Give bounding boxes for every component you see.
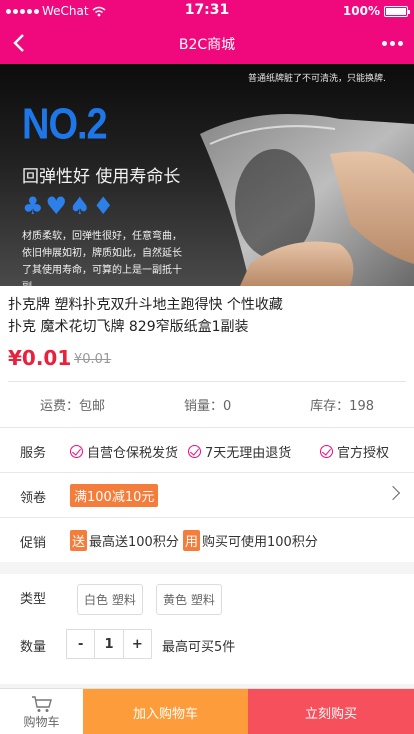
service-item-text: 官方授权 [337,446,390,461]
check-circle-icon [70,445,83,458]
coupon-row[interactable]: 领卷 满100减10元 [0,472,414,517]
promo-tag: 用 [183,530,201,551]
bottom-action-bar: 购物车 加入购物车 立刻购买 [0,688,414,734]
type-label: 类型 [20,592,47,607]
product-title: 扑克牌 塑料扑克双升斗地主跑得快 个性收藏 扑克 魔术花切飞牌 829窄版纸盒1… [8,294,406,338]
service-item-text: 7天无理由退货 [205,446,292,461]
promo-item: 送最高送100积分 [70,530,179,551]
product-price: ¥0.01 [8,346,72,370]
coupon-label: 领卷 [20,491,47,506]
promo-text: 购买可使用100积分 [202,535,318,550]
service-item: 7天无理由退货 [188,442,291,461]
quantity-label: 数量 [20,640,47,655]
hero-suits: ♣♥♠♦ [22,192,117,220]
type-option-white[interactable]: 白色 塑料 [77,584,143,615]
quantity-plus-button[interactable]: + [124,630,151,658]
product-title-line: 扑克 魔术花切飞牌 829窄版纸盒1副装 [8,319,249,335]
quantity-input[interactable]: 1 [94,630,124,658]
chevron-right-icon[interactable] [385,485,401,501]
coupon-badge[interactable]: 满100减10元 [70,484,159,507]
type-option-yellow[interactable]: 黄色 塑料 [156,584,222,615]
cart-button[interactable]: 购物车 [0,689,83,734]
service-item: 自营仓保税发货 [70,442,178,461]
service-item-text: 自营仓保税发货 [87,446,179,461]
status-bar: WeChat 17:31 100% [0,0,414,22]
add-to-cart-button[interactable]: 加入购物车 [83,689,248,734]
service-row: 服务 自营仓保税发货 7天无理由退货 官方授权 [0,427,414,472]
battery-status: 100% [342,4,410,18]
hero-top-note: 普通纸牌脏了不可清洗，只能换牌. [248,74,386,84]
product-hero-image: 普通纸牌脏了不可清洗，只能换牌. NO.2 回弹性好 使用寿命长 ♣♥♠♦ 材质… [0,64,414,286]
cart-icon [31,695,52,712]
product-old-price: ¥0.01 [74,352,112,367]
hero-heading: NO.2 [22,100,108,150]
hero-slogan: 回弹性好 使用寿命长 [22,167,181,187]
check-circle-icon [188,445,201,458]
stock-info: 库存：198 [310,399,374,414]
service-item: 官方授权 [320,442,389,461]
promo-row: 促销 送最高送100积分 用购买可使用100积分 [0,517,414,562]
quantity-stepper: - 1 + [66,629,152,659]
product-title-line: 扑克牌 塑料扑克双升斗地主跑得快 个性收藏 [8,297,283,313]
type-row: 类型 白色 塑料 黄色 塑料 [0,574,414,624]
product-stats: 运费：包邮 销量：0 库存：198 [8,381,406,427]
quantity-minus-button[interactable]: - [67,630,94,658]
more-dots-icon[interactable] [378,32,406,54]
cart-label: 购物车 [23,714,60,729]
promo-label: 促销 [20,536,47,551]
service-label: 服务 [20,446,47,461]
battery-icon [384,5,410,17]
page-title: B2C商城 [178,37,236,53]
quantity-row: 数量 - 1 + 最高可买5件 [0,624,414,684]
promo-text: 最高送100积分 [89,535,179,550]
promo-tag: 送 [70,530,88,551]
shipping-info: 运费：包邮 [40,399,106,414]
nav-bar: B2C商城 [0,22,414,64]
buy-now-button[interactable]: 立刻购买 [248,689,414,734]
hero-description: 材质柔软，回弹性很好，任意弯曲，依旧伸展如初，牌质如此，自然延长了其使用寿命，可… [22,231,182,286]
sales-info: 销量：0 [183,399,232,414]
battery-percent: 100% [342,4,380,18]
quantity-limit: 最高可买5件 [162,640,236,655]
check-circle-icon [320,445,333,458]
promo-item: 用购买可使用100积分 [183,530,318,551]
